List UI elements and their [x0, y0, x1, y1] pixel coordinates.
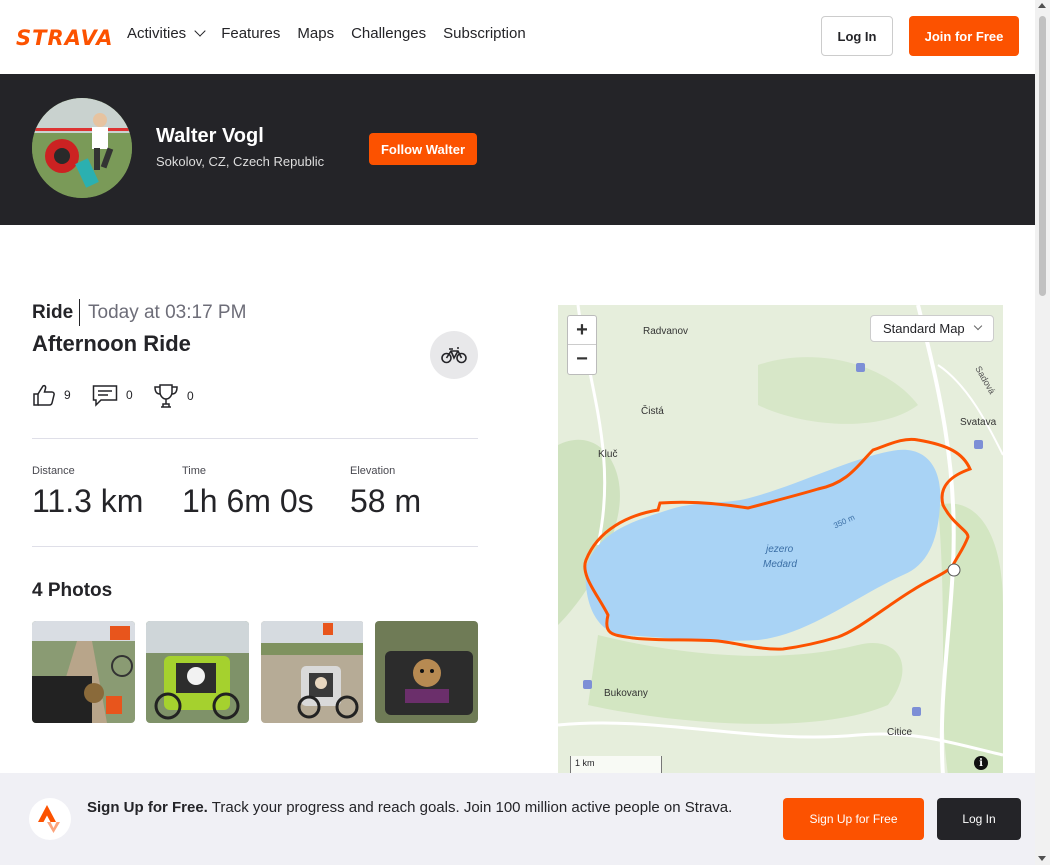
- nav-activities-label: Activities: [127, 25, 187, 42]
- banner-signup-button[interactable]: Sign Up for Free: [783, 798, 924, 840]
- map-style-select[interactable]: Standard Map: [870, 315, 994, 342]
- athlete-location: Sokolov, CZ, Czech Republic: [156, 154, 325, 169]
- achievements-button[interactable]: 0: [153, 383, 194, 409]
- photo-thumbnail[interactable]: [261, 621, 364, 723]
- nav-subscription[interactable]: Subscription: [443, 25, 526, 42]
- chevron-down-icon: [194, 25, 206, 37]
- map-label: Čistá: [641, 406, 664, 417]
- bike-icon: [441, 347, 467, 364]
- activity-time: Today at 03:17 PM: [88, 302, 247, 323]
- divider: [32, 438, 478, 439]
- nav-links: Activities Features Maps Challenges Subs…: [127, 25, 526, 42]
- banner-login-button[interactable]: Log In: [937, 798, 1021, 840]
- chevron-down-icon: [973, 321, 982, 330]
- info-icon[interactable]: i: [974, 756, 988, 770]
- join-button[interactable]: Join for Free: [909, 16, 1019, 56]
- banner-body: Track your progress and reach goals. Joi…: [211, 799, 733, 816]
- stat-value: 1h 6m 0s: [182, 483, 314, 519]
- follow-button[interactable]: Follow Walter: [369, 133, 477, 165]
- photos-title: 4 Photos: [32, 580, 113, 601]
- nav-challenges[interactable]: Challenges: [351, 25, 426, 42]
- stat-value: 58 m: [350, 483, 422, 519]
- stat-value: 11.3 km: [32, 483, 144, 519]
- top-nav: STRAVA Activities Features Maps Challeng…: [0, 0, 1035, 74]
- nav-maps[interactable]: Maps: [297, 25, 334, 42]
- achievements-count: 0: [187, 389, 194, 403]
- map-label: Radvanov: [643, 326, 689, 337]
- kudos-count: 9: [64, 388, 71, 402]
- trophy-icon: [154, 384, 178, 408]
- nav-activities[interactable]: Activities: [127, 25, 206, 42]
- map-scale: 1 km: [570, 756, 662, 774]
- activity-type: Ride: [32, 302, 74, 323]
- heading-divider: [79, 299, 80, 326]
- zoom-out-button[interactable]: −: [568, 345, 596, 374]
- signup-banner: Sign Up for Free. Track your progress an…: [0, 773, 1035, 865]
- stat-label: Elevation: [350, 465, 396, 477]
- photo-thumbnail[interactable]: [375, 621, 478, 723]
- map-label: Svatava: [960, 417, 997, 428]
- activity-title: Afternoon Ride: [32, 331, 191, 356]
- ride-type-badge: [430, 331, 478, 379]
- athlete-header: Walter Vogl Sokolov, CZ, Czech Republic …: [0, 74, 1035, 225]
- zoom-in-button[interactable]: +: [568, 316, 596, 345]
- page-scrollbar[interactable]: [1035, 0, 1050, 865]
- route-map[interactable]: + − Standard Map Radvanov Čistá Kluč Sva…: [558, 305, 1003, 775]
- banner-headline: Sign Up for Free.: [87, 799, 208, 816]
- comments-count: 0: [126, 388, 133, 402]
- stat-label: Distance: [32, 465, 75, 477]
- login-button[interactable]: Log In: [821, 16, 893, 56]
- photo-thumbnail[interactable]: [32, 621, 135, 723]
- athlete-name[interactable]: Walter Vogl: [156, 125, 264, 148]
- stat-elevation: Elevation 58 m: [350, 465, 421, 520]
- divider: [32, 546, 478, 547]
- map-label: Medard: [763, 559, 797, 570]
- nav-features[interactable]: Features: [221, 25, 280, 42]
- kudos-button[interactable]: 9: [32, 383, 71, 407]
- map-zoom-controls: + −: [567, 315, 597, 375]
- avatar[interactable]: [32, 98, 132, 198]
- map-style-label: Standard Map: [883, 321, 965, 336]
- map-label: Bukovany: [604, 688, 648, 699]
- stat-time: Time 1h 6m 0s: [182, 465, 314, 520]
- scroll-thumb[interactable]: [1039, 16, 1046, 296]
- comment-icon: [92, 385, 118, 407]
- thumbs-up-icon: [33, 384, 55, 406]
- map-label: Kluč: [598, 449, 618, 460]
- stat-label: Time: [182, 465, 207, 477]
- comments-button[interactable]: 0: [92, 383, 133, 407]
- strava-logo[interactable]: STRAVA: [16, 26, 114, 50]
- scroll-down-arrow-icon[interactable]: [1038, 856, 1046, 861]
- stat-distance: Distance 11.3 km: [32, 465, 143, 520]
- map-label: Citice: [887, 727, 913, 738]
- scroll-up-arrow-icon[interactable]: [1038, 3, 1046, 8]
- map-label: jezero: [766, 544, 794, 555]
- banner-text: Sign Up for Free. Track your progress an…: [87, 797, 767, 819]
- strava-logo-icon: [29, 798, 71, 840]
- photo-thumbnail[interactable]: [146, 621, 249, 723]
